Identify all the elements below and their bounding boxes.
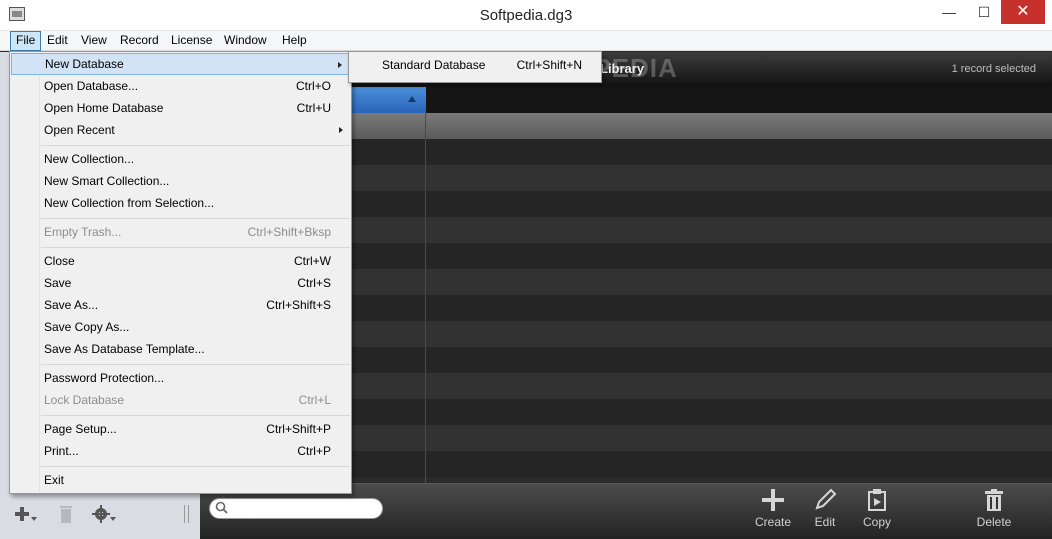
edit-label: Edit (814, 515, 836, 529)
maximize-button[interactable]: ☐ (967, 0, 1001, 24)
pencil-icon (815, 488, 837, 510)
menu-separator (41, 364, 350, 365)
menu-item-exit[interactable]: Exit (11, 469, 351, 491)
add-collection-icon[interactable] (14, 503, 38, 525)
window-title: Softpedia.dg3 (479, 7, 573, 24)
copy-button[interactable]: Copy (847, 488, 907, 534)
menu-separator (41, 466, 350, 467)
delete-button[interactable]: Delete (964, 488, 1024, 534)
menu-separator (41, 247, 350, 248)
menu-item-save-copy-as[interactable]: Save Copy As... (11, 316, 351, 338)
copy-label: Copy (862, 515, 891, 529)
submenu-arrow-icon (338, 62, 342, 68)
plus-icon (762, 489, 784, 511)
menu-record[interactable]: Record (115, 31, 164, 51)
record-status: 1 record selected (951, 63, 1036, 75)
column-header[interactable] (426, 87, 1052, 113)
menu-item-save[interactable]: Save Ctrl+S (11, 272, 351, 294)
resize-grip-icon[interactable] (182, 503, 192, 525)
edit-button[interactable]: Edit (795, 488, 855, 534)
menu-item-new-database[interactable]: New Database (11, 53, 351, 75)
menu-view[interactable]: View (76, 31, 112, 51)
menu-item-close[interactable]: Close Ctrl+W (11, 250, 351, 272)
menu-item-empty-trash: Empty Trash... Ctrl+Shift+Bksp (44, 225, 331, 239)
menu-item-open-database[interactable]: Open Database... Ctrl+O (11, 75, 351, 97)
menu-item-new-smart-collection[interactable]: New Smart Collection... (11, 170, 351, 192)
menu-item-print[interactable]: Print... Ctrl+P (11, 440, 351, 462)
submenu-arrow-icon (339, 127, 343, 133)
search-input[interactable] (209, 498, 383, 519)
menu-window[interactable]: Window (219, 31, 272, 51)
menu-item-lock-database: Lock Database Ctrl+L (44, 393, 331, 407)
menu-license[interactable]: License (166, 31, 217, 51)
menu-item-open-recent[interactable]: Open Recent (11, 119, 351, 141)
create-label: Create (754, 515, 792, 529)
menu-separator (41, 145, 350, 146)
close-button[interactable]: ✕ (1001, 0, 1045, 24)
file-menu-dropdown: New Database Open Database... Ctrl+O Ope… (9, 51, 352, 494)
trash-can-icon (985, 489, 1003, 511)
delete-label: Delete (976, 515, 1012, 529)
menu-separator (41, 415, 350, 416)
minimize-button[interactable]: — (932, 0, 966, 24)
gear-icon[interactable] (92, 503, 116, 525)
menu-item-page-setup[interactable]: Page Setup... Ctrl+Shift+P (11, 418, 351, 440)
menu-item-save-as-template[interactable]: Save As Database Template... (11, 338, 351, 360)
menu-item-new-collection-from-selection[interactable]: New Collection from Selection... (11, 192, 351, 214)
trash-icon[interactable] (54, 503, 78, 525)
column-divider[interactable] (425, 113, 426, 483)
menu-item-new-collection[interactable]: New Collection... (11, 148, 351, 170)
search-icon (215, 501, 228, 514)
menu-item-open-home-database[interactable]: Open Home Database Ctrl+U (11, 97, 351, 119)
menu-help[interactable]: Help (277, 31, 312, 51)
menu-item-password-protection[interactable]: Password Protection... (11, 367, 351, 389)
menu-bar: File Edit View Record License Window Hel… (0, 31, 1052, 51)
menu-file[interactable]: File (10, 31, 42, 51)
create-button[interactable]: Create (743, 488, 803, 534)
menu-edit[interactable]: Edit (42, 31, 73, 51)
sort-ascending-icon (408, 96, 416, 102)
menu-separator (41, 218, 350, 219)
library-title: Library (600, 61, 645, 76)
clipboard-copy-icon (868, 489, 886, 511)
submenu-item-standard-database[interactable]: Standard Database Ctrl+Shift+N (350, 54, 600, 76)
new-database-submenu: Standard Database Ctrl+Shift+N (348, 51, 602, 83)
menu-item-save-as[interactable]: Save As... Ctrl+Shift+S (11, 294, 351, 316)
title-bar: Softpedia.dg3 — ☐ ✕ (0, 0, 1052, 31)
